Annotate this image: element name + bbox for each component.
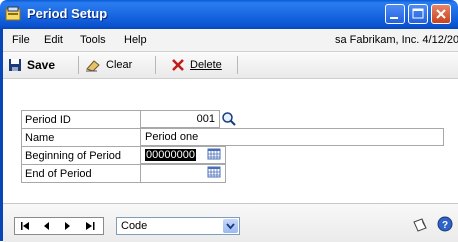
app-icon [5, 6, 21, 22]
period-id-field[interactable]: 001 [140, 110, 220, 128]
chevron-down-icon[interactable] [223, 219, 238, 233]
help-icon[interactable]: ? [437, 216, 453, 235]
end-label: End of Period [21, 164, 140, 183]
period-id-value: 001 [196, 113, 215, 125]
name-label: Name [21, 128, 140, 146]
close-button[interactable] [431, 4, 451, 24]
save-label: Save [27, 58, 56, 72]
toolbar-separator [237, 56, 238, 74]
name-row: Name Period one [21, 128, 446, 146]
calendar-icon[interactable] [207, 147, 223, 163]
minimize-icon [390, 17, 398, 19]
eraser-icon [86, 60, 100, 72]
record-navigation [14, 217, 104, 235]
status-bar: Code ? [3, 203, 458, 242]
delete-button[interactable]: Delete [171, 57, 222, 73]
window-title: Period Setup [27, 6, 108, 21]
sort-order-select[interactable]: Code [116, 217, 240, 235]
sort-order-value: Code [121, 220, 148, 232]
period-id-row: Period ID 001 [21, 110, 446, 128]
maximize-button[interactable] [408, 4, 428, 24]
toolbar-separator [155, 56, 156, 74]
next-record-icon[interactable] [62, 221, 72, 233]
company-info: sa Fabrikam, Inc. 4/12/2007 [335, 34, 458, 46]
clear-label: Clear [106, 59, 133, 71]
lookup-icon[interactable] [221, 111, 237, 127]
beginning-row: Beginning of Period 00000000 [21, 146, 446, 164]
beginning-label: Beginning of Period [21, 146, 140, 164]
toolbar: Save Clear Delete [3, 52, 458, 79]
note-icon[interactable] [411, 216, 429, 237]
end-row: End of Period [21, 164, 446, 183]
minimize-button[interactable] [385, 4, 405, 24]
svg-text:?: ? [442, 220, 448, 231]
name-field[interactable]: Period one [140, 128, 444, 146]
save-icon [9, 59, 21, 71]
name-value: Period one [145, 131, 199, 143]
period-id-label: Period ID [21, 110, 140, 128]
calendar-icon[interactable] [207, 165, 223, 181]
toolbar-separator [78, 56, 79, 74]
first-record-icon[interactable] [20, 221, 32, 233]
last-record-icon[interactable] [84, 221, 96, 233]
delete-icon [172, 59, 184, 71]
delete-label: Delete [190, 59, 222, 71]
clear-button[interactable]: Clear [85, 57, 132, 73]
menu-edit[interactable]: Edit [44, 34, 63, 46]
menu-file[interactable]: File [12, 34, 30, 46]
close-icon [436, 9, 446, 19]
maximize-icon [412, 8, 424, 19]
title-bar[interactable]: Period Setup [0, 0, 458, 29]
beginning-date-value: 00000000 [145, 149, 196, 161]
save-button[interactable]: Save [8, 57, 55, 73]
previous-record-icon[interactable] [42, 221, 52, 233]
menu-help[interactable]: Help [124, 34, 147, 46]
menu-bar: File Edit Tools Help sa Fabrikam, Inc. 4… [3, 29, 458, 52]
menu-tools[interactable]: Tools [80, 34, 106, 46]
